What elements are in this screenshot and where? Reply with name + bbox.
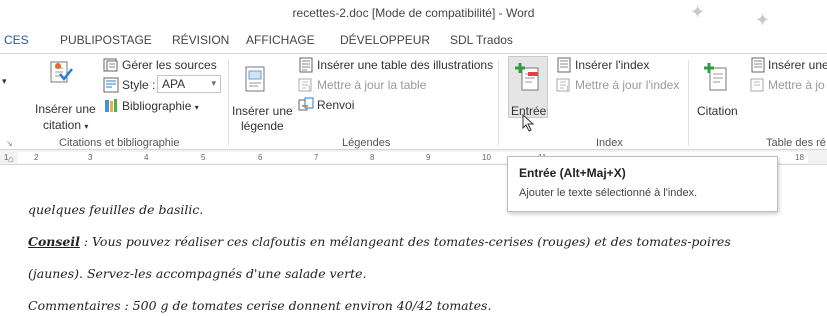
chevron-down-icon: ▾ xyxy=(211,78,216,88)
svg-text:!: ! xyxy=(566,84,569,93)
insert-index-button[interactable]: Insérer l'index xyxy=(575,58,649,72)
ruler-tick: 3 xyxy=(88,153,93,162)
title-bar: recettes-2.doc [Mode de compatibilité] -… xyxy=(0,0,827,30)
tab-mailings[interactable]: PUBLIPOSTAGE xyxy=(60,33,152,47)
document-line-4: Commentaires : 500 g de tomates cerise d… xyxy=(28,298,492,313)
group-label-legends: Légendes xyxy=(342,137,391,149)
tab-references[interactable]: CES xyxy=(4,33,29,47)
mark-entry-icon xyxy=(515,63,539,91)
mark-citation-button[interactable]: Citation xyxy=(697,104,738,118)
update-index-icon: ! xyxy=(556,78,570,93)
ruler-tick: 7 xyxy=(314,153,319,162)
group-label-table-of-authorities: Table des ré xyxy=(766,137,826,149)
dialog-launcher-icon[interactable]: ↘ xyxy=(6,139,13,148)
group-label-index: Index xyxy=(596,137,623,149)
insert-index-icon xyxy=(557,57,571,73)
tab-view[interactable]: AFFICHAGE xyxy=(246,33,315,47)
tooltip-description: Ajouter le texte sélectionné à l'index. xyxy=(519,187,698,199)
insert-citation-icon xyxy=(50,61,73,83)
insert-caption-icon xyxy=(245,66,265,92)
group-label-citations: Citations et bibliographie xyxy=(59,137,180,149)
scroll-left-icon[interactable]: ▾ xyxy=(2,76,7,87)
ruler-tick: 10 xyxy=(482,153,491,162)
document-line-2: Conseil : Vous pouvez réaliser ces clafo… xyxy=(28,234,731,249)
insert-caption-label-2[interactable]: légende xyxy=(241,119,284,133)
cross-reference-icon xyxy=(298,97,314,111)
ruler-tick: 8 xyxy=(370,153,375,162)
update-table-button[interactable]: Mettre à jour la table xyxy=(317,78,426,92)
insert-table-of-authorities-icon xyxy=(751,57,765,73)
bibliography-icon xyxy=(105,99,117,112)
ruler-tick: 4 xyxy=(144,153,149,162)
insert-caption-label-1[interactable]: Insérer une xyxy=(232,104,293,118)
bibliography-label: Bibliographie xyxy=(122,99,192,113)
style-dropdown-value: APA xyxy=(162,77,186,91)
mark-citation-icon xyxy=(704,63,727,91)
group-separator xyxy=(228,60,229,146)
mouse-cursor-icon xyxy=(522,114,535,132)
manage-sources-icon xyxy=(103,58,118,72)
manage-sources-button[interactable]: Gérer les sources xyxy=(122,58,217,72)
update-table-icon: ! xyxy=(298,78,312,93)
svg-text:!: ! xyxy=(308,84,311,93)
ruler-tick: 5 xyxy=(201,153,206,162)
document-line-1: quelques feuilles de basilic. xyxy=(28,202,204,217)
conseil-label: Conseil xyxy=(28,234,80,249)
tab-developer[interactable]: DÉVELOPPEUR xyxy=(340,33,430,47)
decorative-star-icon: ✦ xyxy=(690,2,706,22)
tooltip: Entrée (Alt+Maj+X) Ajouter le texte séle… xyxy=(507,156,778,212)
indent-marker-icon[interactable]: ⌂ xyxy=(8,154,14,165)
ruler-tick: 6 xyxy=(258,153,263,162)
insert-citation-label-2: citation xyxy=(43,118,82,132)
style-icon xyxy=(103,77,119,93)
insert-citation-button[interactable]: citation ▾ xyxy=(43,118,88,132)
style-label: Style : xyxy=(122,78,156,92)
update-index-button[interactable]: Mettre à jour l'index xyxy=(575,78,679,92)
document-line-3: (jaunes). Servez-les accompagnés d'une s… xyxy=(28,266,367,281)
insert-citation-label-1[interactable]: Insérer une xyxy=(35,102,96,116)
update-table-of-authorities-button[interactable]: Mettre à jo xyxy=(768,78,825,92)
insert-table-of-authorities-button[interactable]: Insérer une xyxy=(768,58,827,72)
dropdown-arrow-icon: ▾ xyxy=(194,103,199,112)
tab-review[interactable]: RÉVISION xyxy=(172,33,229,47)
insert-table-of-figures-button[interactable]: Insérer une table des illustrations xyxy=(317,58,493,72)
tooltip-title: Entrée (Alt+Maj+X) xyxy=(519,166,626,180)
ribbon-tabs: CES PUBLIPOSTAGE RÉVISION AFFICHAGE DÉVE… xyxy=(0,26,827,54)
style-dropdown[interactable]: APA ▾ xyxy=(157,75,221,93)
ruler-tick: 9 xyxy=(426,153,431,162)
ribbon: ▾ Insérer une citation ▾ Gérer les sourc… xyxy=(0,54,827,150)
bibliography-button[interactable]: Bibliographie ▾ xyxy=(122,99,199,113)
cross-reference-button[interactable]: Renvoi xyxy=(317,98,354,112)
group-separator xyxy=(688,60,689,146)
group-separator xyxy=(498,60,499,146)
dropdown-arrow-icon: ▾ xyxy=(84,122,89,131)
ruler-tick: 18 xyxy=(795,153,804,162)
tab-sdl-trados[interactable]: SDL Trados xyxy=(450,33,513,47)
ruler-tick: 2 xyxy=(34,153,39,162)
update-table-of-authorities-icon xyxy=(750,78,764,92)
document-line-2-text: : Vous pouvez réaliser ces clafoutis en … xyxy=(79,234,731,249)
table-of-figures-icon xyxy=(299,57,313,73)
